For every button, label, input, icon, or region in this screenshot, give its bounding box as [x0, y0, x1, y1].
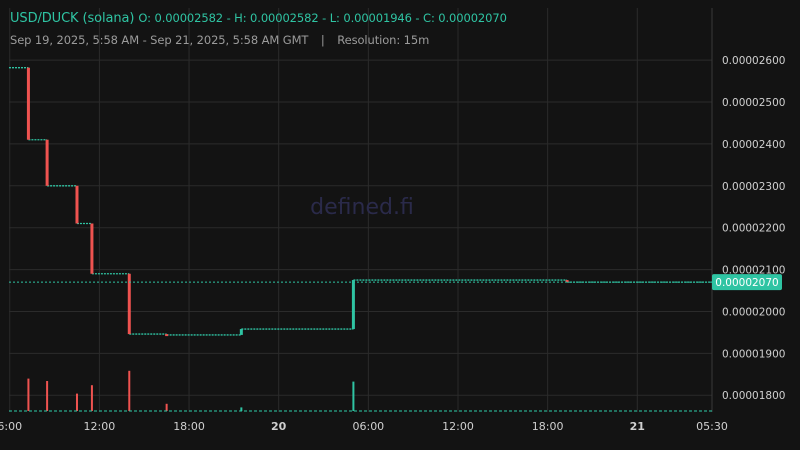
- chart-header: USD/DUCK (solana) O: 0.00002582 - H: 0.0…: [10, 11, 507, 26]
- y-axis-tick-label: 0.00002200: [722, 223, 785, 235]
- y-axis-tick-label: 0.00002500: [722, 97, 785, 109]
- candle-body: [75, 185, 79, 224]
- y-axis-tick-label: 0.00002300: [722, 181, 785, 193]
- y-axis-tick-label: 0.00001900: [722, 348, 785, 360]
- volume-bar: [75, 393, 78, 411]
- x-axis-tick-label: 12:00: [442, 420, 474, 433]
- date-range: Sep 19, 2025, 5:58 AM - Sep 21, 2025, 5:…: [10, 33, 309, 47]
- chart-container[interactable]: 0.00002600 0.00002500 0.00002400 0.00002300…: [0, 0, 800, 450]
- candle-body: [239, 329, 243, 335]
- y-axis-tick-label: 0.00001800: [722, 390, 785, 402]
- candle-body: [351, 280, 355, 330]
- y-axis-tick-label: 0.00002000: [722, 306, 785, 318]
- volume-bar: [352, 381, 355, 411]
- candle-body: [26, 67, 30, 140]
- x-axis-tick-label: 12:00: [84, 420, 116, 433]
- chart-background: [0, 0, 800, 450]
- volume-bar: [46, 381, 49, 411]
- x-axis-tick-label: 21: [630, 420, 645, 433]
- watermark-text: defined.fi: [310, 195, 414, 220]
- candle-body: [165, 334, 169, 337]
- separator: |: [320, 33, 325, 47]
- ohlc-readout: O: 0.00002582 - H: 0.00002582 - L: 0.000…: [138, 11, 507, 25]
- price-chart[interactable]: 0.00002600 0.00002500 0.00002400 0.00002300…: [0, 0, 800, 450]
- last-price-label: 0.00002070: [715, 277, 778, 289]
- chart-subheader: Sep 19, 2025, 5:58 AM - Sep 21, 2025, 5:…: [10, 33, 429, 47]
- y-axis-tick-label: 0.00002600: [722, 55, 785, 67]
- symbol-label: USD/DUCK (solana): [10, 11, 135, 26]
- candle-body: [90, 223, 94, 274]
- y-axis-tick-label: 0.00002400: [722, 139, 785, 151]
- volume-bar: [90, 385, 93, 411]
- candle-body: [127, 273, 131, 335]
- x-axis-tick-label: 18:00: [532, 420, 564, 433]
- volume-bar: [27, 378, 30, 411]
- x-axis-tick-label: 20: [271, 420, 287, 433]
- resolution-label: Resolution: 15m: [337, 33, 430, 47]
- x-axis-tick-label: 06:00: [352, 420, 384, 433]
- x-axis-tick-label: 18:00: [173, 420, 205, 433]
- x-axis-tick-label: 6:00: [0, 420, 22, 433]
- x-axis-tick-label: 05:30: [696, 420, 728, 433]
- volume-bar: [165, 403, 168, 411]
- candle-body: [45, 139, 49, 186]
- volume-bar: [128, 370, 131, 411]
